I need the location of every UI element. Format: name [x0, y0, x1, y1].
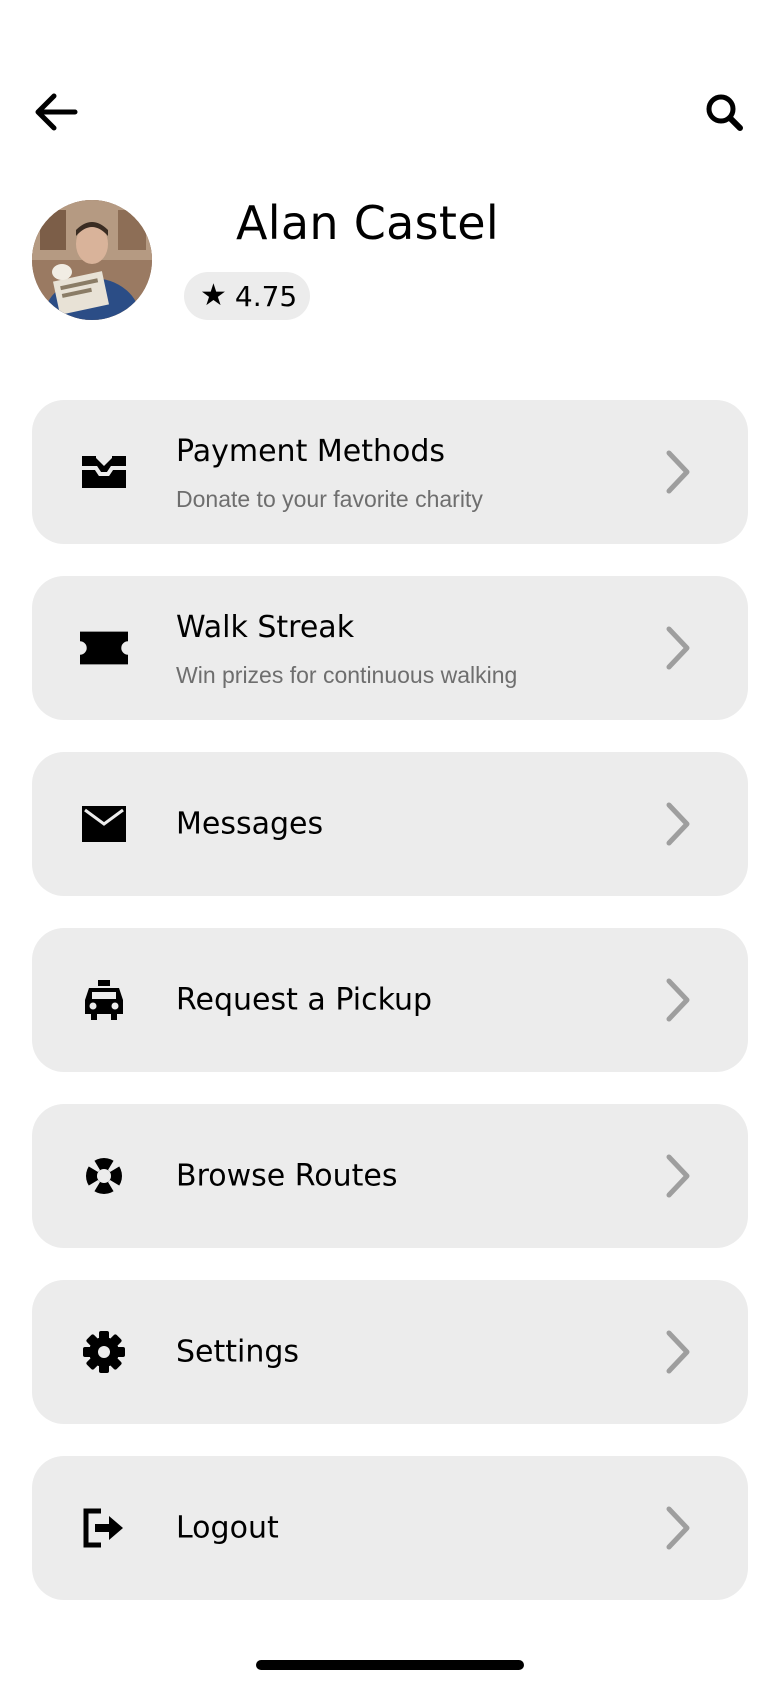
top-bar: [0, 0, 780, 170]
star-icon: ★: [200, 278, 227, 313]
lifebuoy-icon: [80, 1152, 128, 1200]
chevron-right-icon: [666, 978, 690, 1022]
chevron-right-icon: [666, 626, 690, 670]
chevron-right-icon: [666, 802, 690, 846]
rating-badge: ★ 4.75: [184, 272, 310, 320]
menu-item-messages[interactable]: Messages: [32, 752, 748, 896]
search-button[interactable]: [698, 86, 750, 138]
menu-item-browse-routes[interactable]: Browse Routes: [32, 1104, 748, 1248]
menu-item-title: Browse Routes: [176, 1158, 398, 1194]
search-icon: [706, 94, 743, 131]
gear-icon: [80, 1328, 128, 1376]
user-avatar-photo: [32, 200, 152, 320]
taxi-icon: [80, 976, 128, 1024]
menu-item-payment-methods[interactable]: Payment Methods Donate to your favorite …: [32, 400, 748, 544]
chevron-right-icon: [666, 1506, 690, 1550]
chevron-right-icon: [666, 450, 690, 494]
menu-item-subtitle: Donate to your favorite charity: [176, 486, 483, 512]
back-button[interactable]: [30, 88, 82, 136]
menu-item-title: Request a Pickup: [176, 982, 433, 1018]
menu-item-subtitle: Win prizes for continuous walking: [176, 662, 518, 688]
menu-item-title: Logout: [176, 1510, 279, 1546]
rating-value: 4.75: [234, 279, 298, 313]
menu-item-walk-streak[interactable]: Walk Streak Win prizes for continuous wa…: [32, 576, 748, 720]
menu-item-request-pickup[interactable]: Request a Pickup: [32, 928, 748, 1072]
menu-item-logout[interactable]: Logout: [32, 1456, 748, 1600]
user-name: Alan Castel: [236, 196, 499, 250]
inbox-tray-icon: [80, 448, 128, 496]
avatar[interactable]: [32, 200, 152, 320]
menu-item-settings[interactable]: Settings: [32, 1280, 748, 1424]
menu-item-title: Walk Streak: [176, 610, 355, 645]
menu-item-title: Payment Methods: [176, 434, 446, 469]
menu-item-title: Settings: [176, 1334, 300, 1370]
envelope-icon: [80, 800, 128, 848]
ticket-icon: [80, 624, 128, 672]
menu-item-title: Messages: [176, 806, 324, 842]
chevron-right-icon: [666, 1330, 690, 1374]
chevron-right-icon: [666, 1154, 690, 1198]
arrow-left-icon: [35, 93, 78, 131]
home-indicator[interactable]: [256, 1660, 524, 1670]
sign-out-icon: [80, 1504, 128, 1552]
